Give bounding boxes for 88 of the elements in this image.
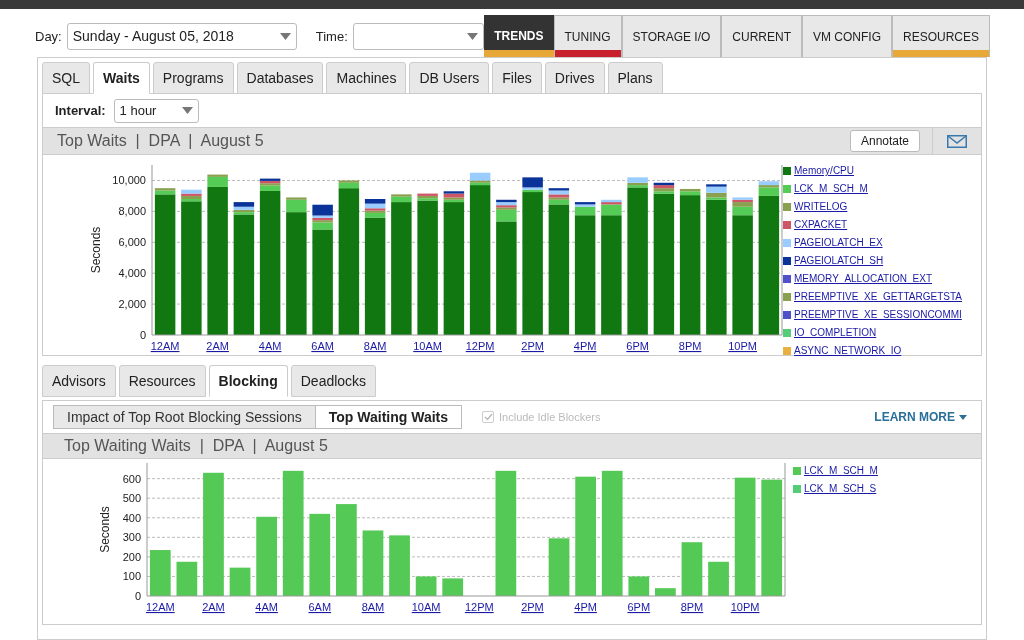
annotate-button[interactable]: Annotate (849, 130, 920, 152)
legend-link[interactable]: LCK_M_SCH_S (804, 481, 877, 496)
legend-link[interactable]: IO_COMPLETION (794, 325, 877, 340)
nav-tab[interactable]: STORAGE I/O (621, 15, 722, 57)
caret-icon (466, 33, 478, 40)
day-label: Day: (35, 27, 62, 46)
axis-link[interactable]: 4AM (258, 340, 282, 352)
tab[interactable]: SQL (42, 62, 90, 94)
axis-link[interactable]: 12PM (465, 340, 495, 352)
axis-link[interactable]: 2PM (521, 601, 544, 613)
nav-tab[interactable]: RESOURCES (892, 15, 990, 57)
legend-link[interactable]: CXPACKET (794, 217, 848, 232)
legend-link[interactable]: ASYNC_NETWORK_IO (794, 343, 902, 358)
axis-link[interactable]: 4PM (573, 340, 597, 352)
caret-icon (279, 33, 291, 40)
tab[interactable]: Deadlocks (290, 365, 377, 397)
axis-link[interactable]: 12AM (150, 340, 180, 352)
interval-dropdown[interactable]: 1 hour (113, 98, 199, 123)
axis-link[interactable]: 6PM (626, 340, 649, 352)
axis-tick-label: 300 (122, 531, 141, 544)
axis-tick-label: 4,000 (118, 267, 146, 280)
tab[interactable]: Waits (93, 62, 150, 94)
mail-icon[interactable] (947, 134, 967, 148)
legend-link[interactable]: MEMORY_ALLOCATION_EXT (794, 271, 932, 286)
legend-link[interactable]: PREEMPTIVE_XE_GETTARGETSTA (794, 289, 962, 304)
axis-link[interactable]: 4PM (574, 601, 597, 613)
tab[interactable]: Resources (118, 365, 206, 397)
legend-link[interactable]: LCK_M_SCH_M (794, 181, 868, 196)
time-label: Time: (315, 27, 348, 46)
tab[interactable]: Drives (544, 62, 605, 94)
legend-link[interactable]: Memory/CPU (794, 163, 854, 178)
day-dropdown[interactable]: Sunday - August 05, 2018 (66, 23, 297, 50)
nav-tab[interactable]: TRENDS (484, 15, 554, 57)
axis-link[interactable]: 10AM (413, 340, 442, 352)
tab[interactable]: Files (492, 62, 542, 94)
axis-link[interactable]: 2AM (202, 601, 225, 613)
include-idle-label: Include Idle Blockers (499, 409, 601, 425)
time-dropdown[interactable] (352, 23, 484, 50)
axis-link[interactable]: 12PM (464, 601, 494, 613)
axis-link[interactable]: 8AM (363, 340, 387, 352)
axis-tick-label: 200 (122, 550, 141, 563)
tab[interactable]: Programs (152, 62, 234, 94)
nav-tab[interactable]: CURRENT (721, 15, 802, 57)
tab[interactable]: Databases (236, 62, 324, 94)
legend-link[interactable]: LCK_M_SCH_M (804, 463, 878, 478)
axis-link[interactable]: 12AM (145, 601, 175, 613)
axis-title: Seconds (89, 226, 103, 274)
nav-tab[interactable]: VM CONFIG (802, 15, 892, 57)
axis-link[interactable]: 10AM (411, 601, 441, 613)
axis-tick-label: 500 (122, 492, 141, 505)
tab[interactable]: Blocking (208, 365, 288, 397)
axis-link[interactable]: 10PM (728, 340, 757, 352)
axis-link[interactable]: 4AM (255, 601, 278, 613)
axis-link[interactable]: 8PM (680, 601, 704, 613)
interval-label: Interval: (55, 101, 106, 120)
tab[interactable]: Plans (607, 62, 663, 94)
axis-tick-label: 6,000 (118, 236, 146, 249)
axis-tick-label: 0 (139, 329, 146, 341)
axis-title: Seconds (98, 506, 112, 553)
axis-tick-label: 600 (122, 472, 141, 485)
axis-link[interactable]: 6PM (627, 601, 651, 613)
chart-title: Top Waiting Waits | DPA | August 5 (64, 436, 328, 456)
chart-title: Top Waits | DPA | August 5 (57, 131, 264, 151)
axis-tick-label: 8,000 (118, 205, 146, 218)
axis-tick-label: 100 (122, 570, 141, 583)
axis-link[interactable]: 8PM (678, 340, 702, 352)
axis-tick-label: 400 (122, 511, 141, 524)
tab[interactable]: Machines (326, 62, 407, 94)
learn-more-link[interactable]: LEARN MORE (874, 408, 967, 426)
caret-icon (959, 414, 967, 420)
axis-tick-label: 10,000 (112, 174, 146, 187)
axis-tick-label: 2,000 (118, 298, 146, 311)
axis-link[interactable]: 6AM (311, 340, 334, 352)
view-toggle[interactable]: Impact of Top Root Blocking Sessions (54, 406, 315, 428)
legend-link[interactable]: PREEMPTIVE_XE_SESSIONCOMMI (794, 307, 962, 322)
axis-link[interactable]: 2PM (521, 340, 544, 352)
legend-link[interactable]: WRITELOG (794, 199, 848, 214)
axis-tick-label: 0 (134, 590, 141, 602)
legend-link[interactable]: PAGEIOLATCH_SH (794, 253, 884, 268)
tab[interactable]: DB Users (409, 62, 490, 94)
axis-link[interactable]: 8AM (361, 601, 385, 613)
tab[interactable]: Advisors (42, 365, 116, 397)
axis-link[interactable]: 2AM (206, 340, 229, 352)
nav-tab[interactable]: TUNING (553, 15, 622, 57)
axis-link[interactable]: 6AM (308, 601, 332, 613)
legend-link[interactable]: PAGEIOLATCH_EX (794, 235, 883, 250)
axis-link[interactable]: 10PM (730, 601, 760, 613)
caret-icon (181, 107, 193, 114)
